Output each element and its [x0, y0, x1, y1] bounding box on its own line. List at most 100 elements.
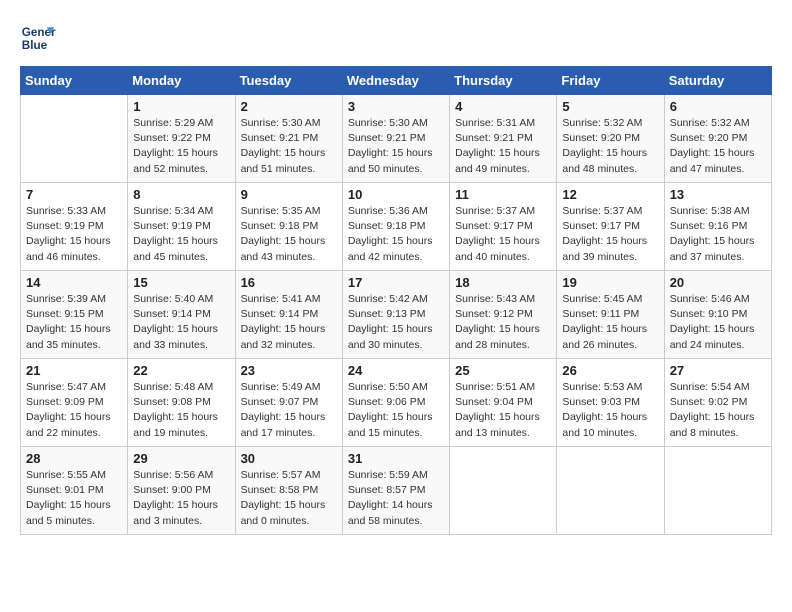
calendar-cell: 14Sunrise: 5:39 AM Sunset: 9:15 PM Dayli…: [21, 271, 128, 359]
day-number: 13: [670, 187, 766, 202]
calendar-cell: 1Sunrise: 5:29 AM Sunset: 9:22 PM Daylig…: [128, 95, 235, 183]
week-row-4: 21 Sunrise: 5:47 AM Sunset: 9:09 PM Dayli…: [21, 359, 772, 447]
calendar-cell: 26 Sunrise: 5:53 AM Sunset: 9:03 PM Dayli…: [557, 359, 664, 447]
day-number: 29: [133, 451, 229, 466]
day-info: Sunrise: 5:36 AM Sunset: 9:18 PM Dayligh…: [348, 204, 444, 265]
week-row-2: 7 Sunrise: 5:33 AM Sunset: 9:19 PM Daylig…: [21, 183, 772, 271]
day-info: Sunrise: 5:51 AM Sunset: 9:04 PM Dayligh…: [455, 380, 551, 441]
calendar-cell: 8Sunrise: 5:34 AM Sunset: 9:19 PM Daylig…: [128, 183, 235, 271]
day-info: Sunrise: 5:29 AM Sunset: 9:22 PM Dayligh…: [133, 116, 229, 177]
day-info: Sunrise: 5:46 AM Sunset: 9:10 PM Dayligh…: [670, 292, 766, 353]
day-number: 7: [26, 187, 122, 202]
day-info: Sunrise: 5:38 AM Sunset: 9:16 PM Dayligh…: [670, 204, 766, 265]
day-info: Sunrise: 5:40 AM Sunset: 9:14 PM Dayligh…: [133, 292, 229, 353]
day-info: Sunrise: 5:39 AM Sunset: 9:15 PM Dayligh…: [26, 292, 122, 353]
weekday-header-saturday: Saturday: [664, 67, 771, 95]
calendar-cell: 24 Sunrise: 5:50 AM Sunset: 9:06 PM Dayli…: [342, 359, 449, 447]
day-info: Sunrise: 5:55 AM Sunset: 9:01 PM Dayligh…: [26, 468, 122, 529]
day-info: Sunrise: 5:47 AM Sunset: 9:09 PM Dayligh…: [26, 380, 122, 441]
calendar-cell: 27 Sunrise: 5:54 AM Sunset: 9:02 PM Dayli…: [664, 359, 771, 447]
day-number: 24: [348, 363, 444, 378]
day-info: Sunrise: 5:31 AM Sunset: 9:21 PM Dayligh…: [455, 116, 551, 177]
calendar-cell: 2 Sunrise: 5:30 AM Sunset: 9:21 PM Daylig…: [235, 95, 342, 183]
day-info: Sunrise: 5:30 AM Sunset: 9:21 PM Dayligh…: [348, 116, 444, 177]
day-number: 22: [133, 363, 229, 378]
day-number: 28: [26, 451, 122, 466]
day-info: Sunrise: 5:42 AM Sunset: 9:13 PM Dayligh…: [348, 292, 444, 353]
day-number: 6: [670, 99, 766, 114]
calendar-cell: 19Sunrise: 5:45 AM Sunset: 9:11 PM Dayli…: [557, 271, 664, 359]
day-number: 4: [455, 99, 551, 114]
weekday-header-friday: Friday: [557, 67, 664, 95]
weekday-header-monday: Monday: [128, 67, 235, 95]
calendar-cell: 15 Sunrise: 5:40 AM Sunset: 9:14 PM Dayli…: [128, 271, 235, 359]
day-info: Sunrise: 5:35 AM Sunset: 9:18 PM Dayligh…: [241, 204, 337, 265]
logo-icon: General Blue: [20, 20, 56, 56]
day-info: Sunrise: 5:32 AM Sunset: 9:20 PM Dayligh…: [562, 116, 658, 177]
day-number: 31: [348, 451, 444, 466]
calendar-cell: [21, 95, 128, 183]
logo: General Blue: [20, 20, 60, 56]
week-row-5: 28 Sunrise: 5:55 AM Sunset: 9:01 PM Dayli…: [21, 447, 772, 535]
day-info: Sunrise: 5:59 AM Sunset: 8:57 PM Dayligh…: [348, 468, 444, 529]
calendar-cell: 10 Sunrise: 5:36 AM Sunset: 9:18 PM Dayli…: [342, 183, 449, 271]
day-number: 3: [348, 99, 444, 114]
calendar-cell: 25Sunrise: 5:51 AM Sunset: 9:04 PM Dayli…: [450, 359, 557, 447]
calendar-cell: 20 Sunrise: 5:46 AM Sunset: 9:10 PM Dayli…: [664, 271, 771, 359]
day-info: Sunrise: 5:37 AM Sunset: 9:17 PM Dayligh…: [455, 204, 551, 265]
day-info: Sunrise: 5:37 AM Sunset: 9:17 PM Dayligh…: [562, 204, 658, 265]
calendar-cell: 3 Sunrise: 5:30 AM Sunset: 9:21 PM Daylig…: [342, 95, 449, 183]
calendar-cell: 6 Sunrise: 5:32 AM Sunset: 9:20 PM Daylig…: [664, 95, 771, 183]
day-number: 16: [241, 275, 337, 290]
day-number: 30: [241, 451, 337, 466]
calendar-cell: 17 Sunrise: 5:42 AM Sunset: 9:13 PM Dayli…: [342, 271, 449, 359]
svg-text:Blue: Blue: [22, 39, 48, 52]
day-number: 26: [562, 363, 658, 378]
calendar-cell: 28 Sunrise: 5:55 AM Sunset: 9:01 PM Dayli…: [21, 447, 128, 535]
day-info: Sunrise: 5:54 AM Sunset: 9:02 PM Dayligh…: [670, 380, 766, 441]
calendar-cell: [664, 447, 771, 535]
calendar-cell: [450, 447, 557, 535]
calendar-cell: 21 Sunrise: 5:47 AM Sunset: 9:09 PM Dayli…: [21, 359, 128, 447]
calendar-cell: 11 Sunrise: 5:37 AM Sunset: 9:17 PM Dayli…: [450, 183, 557, 271]
day-info: Sunrise: 5:33 AM Sunset: 9:19 PM Dayligh…: [26, 204, 122, 265]
day-info: Sunrise: 5:53 AM Sunset: 9:03 PM Dayligh…: [562, 380, 658, 441]
day-number: 19: [562, 275, 658, 290]
weekday-header-tuesday: Tuesday: [235, 67, 342, 95]
calendar-cell: 16 Sunrise: 5:41 AM Sunset: 9:14 PM Dayli…: [235, 271, 342, 359]
day-info: Sunrise: 5:50 AM Sunset: 9:06 PM Dayligh…: [348, 380, 444, 441]
day-info: Sunrise: 5:32 AM Sunset: 9:20 PM Dayligh…: [670, 116, 766, 177]
weekday-header-thursday: Thursday: [450, 67, 557, 95]
day-info: Sunrise: 5:57 AM Sunset: 8:58 PM Dayligh…: [241, 468, 337, 529]
day-number: 21: [26, 363, 122, 378]
day-info: Sunrise: 5:30 AM Sunset: 9:21 PM Dayligh…: [241, 116, 337, 177]
day-info: Sunrise: 5:49 AM Sunset: 9:07 PM Dayligh…: [241, 380, 337, 441]
day-number: 10: [348, 187, 444, 202]
weekday-header-row: SundayMondayTuesdayWednesdayThursdayFrid…: [21, 67, 772, 95]
day-number: 20: [670, 275, 766, 290]
day-number: 17: [348, 275, 444, 290]
calendar-cell: 9 Sunrise: 5:35 AM Sunset: 9:18 PM Daylig…: [235, 183, 342, 271]
calendar-cell: 7 Sunrise: 5:33 AM Sunset: 9:19 PM Daylig…: [21, 183, 128, 271]
calendar-cell: 29 Sunrise: 5:56 AM Sunset: 9:00 PM Dayli…: [128, 447, 235, 535]
calendar-cell: 13 Sunrise: 5:38 AM Sunset: 9:16 PM Dayli…: [664, 183, 771, 271]
calendar-cell: 31 Sunrise: 5:59 AM Sunset: 8:57 PM Dayli…: [342, 447, 449, 535]
page-header: General Blue: [20, 20, 772, 56]
weekday-header-sunday: Sunday: [21, 67, 128, 95]
week-row-1: 1Sunrise: 5:29 AM Sunset: 9:22 PM Daylig…: [21, 95, 772, 183]
calendar-table: SundayMondayTuesdayWednesdayThursdayFrid…: [20, 66, 772, 535]
day-number: 11: [455, 187, 551, 202]
day-info: Sunrise: 5:56 AM Sunset: 9:00 PM Dayligh…: [133, 468, 229, 529]
day-number: 27: [670, 363, 766, 378]
calendar-cell: 30 Sunrise: 5:57 AM Sunset: 8:58 PM Dayli…: [235, 447, 342, 535]
calendar-cell: [557, 447, 664, 535]
day-number: 18: [455, 275, 551, 290]
calendar-cell: 5Sunrise: 5:32 AM Sunset: 9:20 PM Daylig…: [557, 95, 664, 183]
day-info: Sunrise: 5:41 AM Sunset: 9:14 PM Dayligh…: [241, 292, 337, 353]
day-number: 15: [133, 275, 229, 290]
day-number: 9: [241, 187, 337, 202]
day-number: 23: [241, 363, 337, 378]
calendar-cell: 4 Sunrise: 5:31 AM Sunset: 9:21 PM Daylig…: [450, 95, 557, 183]
day-number: 2: [241, 99, 337, 114]
calendar-cell: 18Sunrise: 5:43 AM Sunset: 9:12 PM Dayli…: [450, 271, 557, 359]
